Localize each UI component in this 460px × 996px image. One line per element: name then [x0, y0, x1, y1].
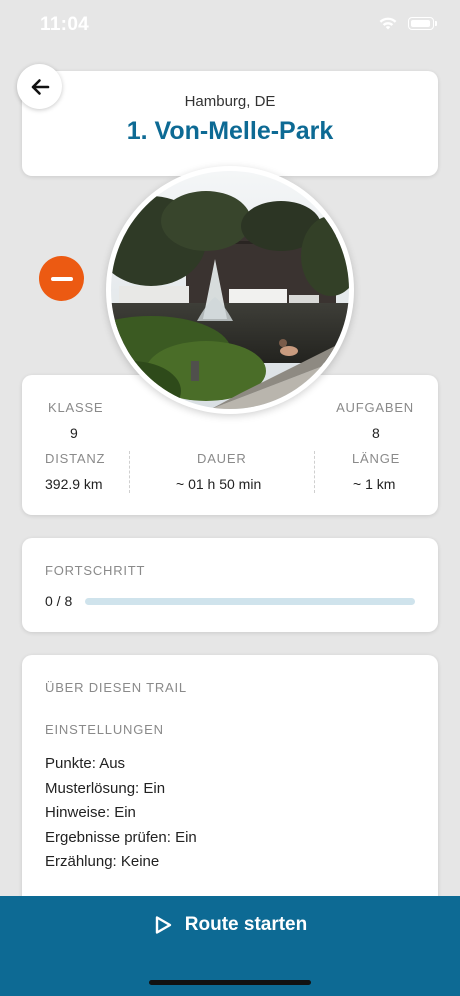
aufgaben-label: AUFGABEN	[336, 400, 414, 415]
progress-card: FORTSCHRITT 0 / 8	[22, 538, 438, 632]
back-button[interactable]	[17, 64, 62, 109]
progress-count: 0 / 8	[45, 593, 73, 609]
progress-bar	[85, 598, 415, 605]
start-route-label: Route starten	[184, 914, 308, 935]
settings-list: Punkte: Aus Musterlösung: Ein Hinweise: …	[45, 752, 197, 875]
status-time: 11:04	[40, 14, 90, 35]
battery-icon	[408, 17, 437, 30]
distanz-label: DISTANZ	[45, 451, 106, 466]
status-icons	[378, 16, 437, 31]
dauer-label: DAUER	[197, 451, 247, 466]
setting-ergebnisse-pruefen: Ergebnisse prüfen: Ein	[45, 828, 197, 846]
klasse-value: 9	[70, 425, 78, 441]
stats-divider-right	[314, 451, 315, 493]
aufgaben-value: 8	[372, 425, 380, 441]
about-title: ÜBER DIESEN TRAIL	[45, 680, 187, 695]
trail-location: Hamburg, DE	[184, 93, 276, 110]
settings-title: EINSTELLUNGEN	[45, 722, 164, 737]
dauer-value: ~ 01 h 50 min	[176, 476, 262, 492]
stats-divider-left	[129, 451, 130, 493]
trail-title: 1. Von-Melle-Park	[126, 117, 334, 145]
trail-photo	[106, 166, 354, 414]
distanz-value: 392.9 km	[45, 476, 103, 492]
arrow-left-icon	[31, 78, 49, 95]
klasse-label: KLASSE	[48, 400, 104, 415]
laenge-label: LÄNGE	[352, 451, 401, 466]
start-route-button[interactable]: Route starten	[0, 896, 460, 996]
setting-musterloesung: Musterlösung: Ein	[45, 779, 166, 797]
setting-punkte: Punkte: Aus	[45, 755, 126, 772]
minus-icon	[50, 276, 73, 281]
wifi-icon	[379, 17, 397, 30]
header-card: Hamburg, DE 1. Von-Melle-Park	[22, 71, 438, 176]
laenge-value: ~ 1 km	[353, 476, 396, 492]
park-fountain-photo	[111, 171, 349, 409]
setting-erzaehlung: Erzählung: Keine	[45, 853, 160, 870]
setting-hinweise: Hinweise: Ein	[45, 804, 136, 821]
status-bar: 11:04	[0, 0, 460, 52]
remove-button[interactable]	[39, 256, 84, 301]
home-indicator[interactable]	[149, 980, 311, 985]
play-icon	[155, 916, 171, 934]
progress-label: FORTSCHRITT	[45, 563, 146, 578]
